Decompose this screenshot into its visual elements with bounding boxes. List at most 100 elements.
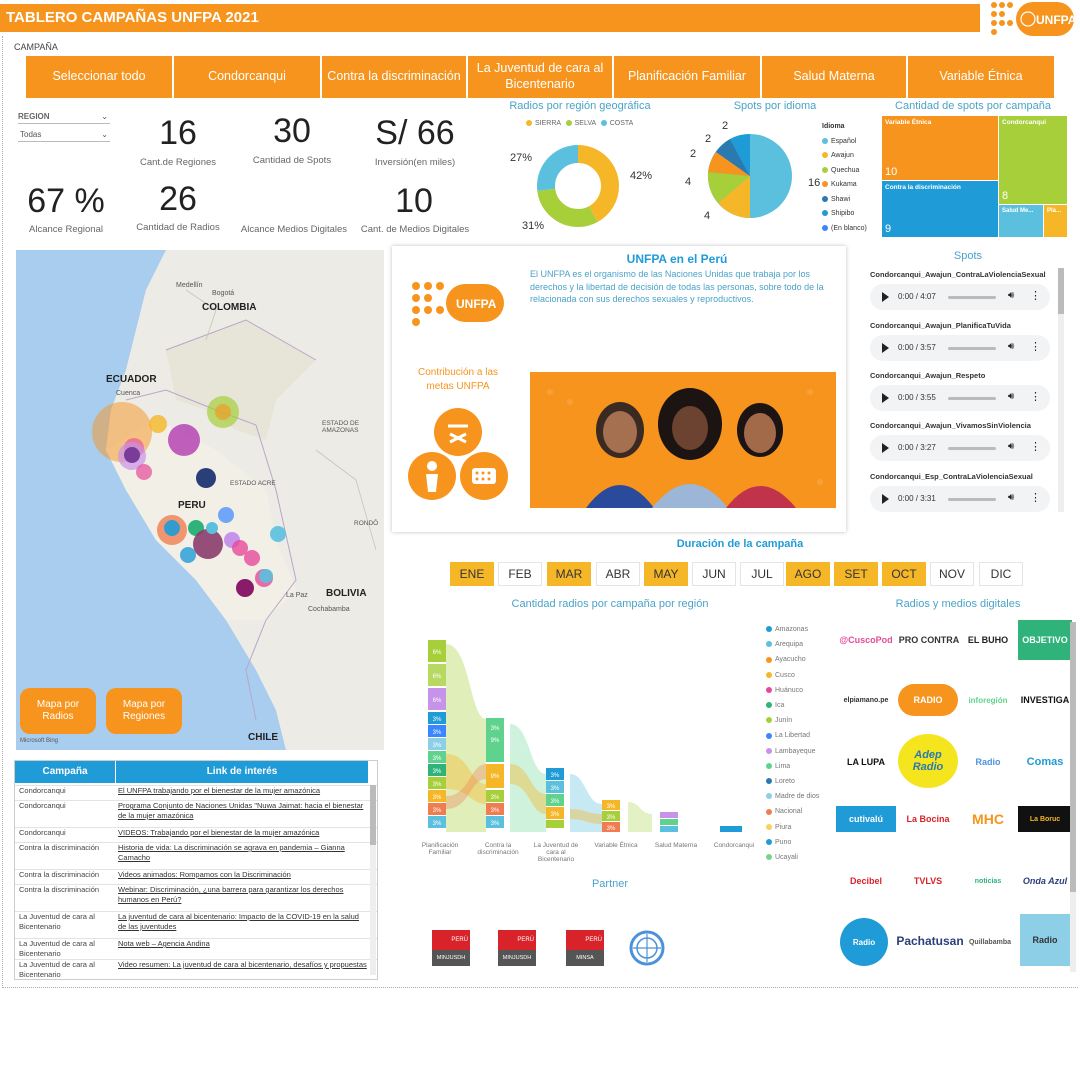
- more-options-icon[interactable]: ⋮: [1030, 390, 1041, 403]
- audio-progress[interactable]: [948, 296, 996, 299]
- links-table[interactable]: Campaña Link de interés Condorcanqui El U…: [14, 760, 378, 980]
- media-logo[interactable]: cutivalú: [836, 806, 896, 832]
- scrollbar-thumb[interactable]: [1058, 268, 1064, 314]
- media-logo[interactable]: Radio: [960, 742, 1016, 782]
- play-icon[interactable]: [882, 443, 889, 453]
- audio-progress[interactable]: [948, 347, 996, 350]
- legend-dot: [766, 839, 772, 845]
- media-logo[interactable]: La Boruc: [1018, 806, 1072, 832]
- treemap-cell-condorcanqui[interactable]: Condorcanqui 8: [999, 116, 1067, 204]
- volume-icon[interactable]: 🔊︎: [1008, 441, 1014, 452]
- scrollbar-thumb[interactable]: [1070, 622, 1076, 892]
- media-logo[interactable]: Adep Radio: [898, 734, 958, 788]
- month-oct[interactable]: OCT: [882, 562, 926, 586]
- month-feb[interactable]: FEB: [498, 562, 542, 586]
- media-logo[interactable]: La Bocina: [898, 806, 958, 832]
- treemap-cell-variable-etnica[interactable]: Variable Étnica 10: [882, 116, 998, 180]
- row-link[interactable]: VIDEOS: Trabajando por el bienestar de l…: [118, 828, 368, 838]
- month-nov[interactable]: NOV: [930, 562, 974, 586]
- row-link[interactable]: Video resumen: La juventud de cara al bi…: [118, 960, 368, 970]
- media-scrollbar[interactable]: [1070, 622, 1076, 972]
- row-link[interactable]: Videos animados: Rompamos con la Discrim…: [118, 870, 368, 880]
- treemap-cell-discriminacion[interactable]: Contra la discriminación 9: [882, 181, 998, 237]
- campaign-map[interactable]: COLOMBIA ECUADOR PERU BOLIVIA CHILE Mede…: [16, 250, 384, 750]
- media-logo[interactable]: Onda Azul: [1018, 866, 1072, 896]
- media-logo[interactable]: Decibel: [836, 866, 896, 896]
- media-logo[interactable]: LA LUPA: [836, 742, 896, 782]
- media-logo[interactable]: inforegión: [960, 680, 1016, 720]
- table-scrollbar[interactable]: [370, 785, 376, 975]
- volume-icon[interactable]: 🔊︎: [1008, 290, 1014, 301]
- audio-player[interactable]: 0:00 / 3:27 🔊︎ ⋮: [870, 435, 1050, 461]
- more-options-icon[interactable]: ⋮: [1030, 491, 1041, 504]
- media-logo[interactable]: Quillabamba: [964, 918, 1016, 966]
- row-link[interactable]: Programa Conjunto de Naciones Unidas "Nu…: [118, 801, 368, 821]
- media-logo[interactable]: noticias: [960, 866, 1016, 896]
- media-logo[interactable]: OBJETIVO: [1018, 620, 1072, 660]
- media-logo[interactable]: RADIO: [898, 684, 958, 716]
- media-logo[interactable]: Radio: [840, 918, 888, 966]
- play-icon[interactable]: [882, 292, 889, 302]
- audio-player[interactable]: 0:00 / 3:55 🔊︎ ⋮: [870, 385, 1050, 411]
- month-jun[interactable]: JUN: [692, 562, 736, 586]
- volume-icon[interactable]: 🔊︎: [1008, 492, 1014, 503]
- audio-player[interactable]: 0:00 / 4:07 🔊︎ ⋮: [870, 284, 1050, 310]
- media-logo[interactable]: @CuscoPod: [836, 620, 896, 660]
- media-logo[interactable]: MHC: [960, 800, 1016, 838]
- row-link[interactable]: Historia de vida: La discriminación se a…: [118, 843, 368, 863]
- row-link[interactable]: El UNFPA trabajando por el bienestar de …: [118, 786, 368, 796]
- more-options-icon[interactable]: ⋮: [1030, 340, 1041, 353]
- region-select[interactable]: Todas ⌄: [18, 128, 110, 142]
- row-link[interactable]: Nota web – Agencia Andina: [118, 939, 368, 949]
- month-ene[interactable]: ENE: [450, 562, 494, 586]
- volume-icon[interactable]: 🔊︎: [1008, 391, 1014, 402]
- table-row: La Juventud de cara al Bicentenario La ju…: [15, 911, 377, 937]
- media-logo[interactable]: TVLVS: [898, 866, 958, 896]
- campaign-btn-salud-materna[interactable]: Salud Materna: [762, 56, 908, 98]
- play-icon[interactable]: [882, 494, 889, 504]
- region-select-header[interactable]: ⌄: [18, 110, 110, 124]
- campaign-btn-variable-etnica[interactable]: Variable Étnica: [908, 56, 1054, 98]
- campaign-btn-discriminacion[interactable]: Contra la discriminación: [322, 56, 468, 98]
- scrollbar-thumb[interactable]: [370, 785, 376, 845]
- media-logo[interactable]: Pachatusan: [896, 914, 963, 968]
- seg-label: 3%: [551, 773, 560, 779]
- campaign-btn-condorcanqui[interactable]: Condorcanqui: [174, 56, 322, 98]
- treemap-cell-planificacion[interactable]: Pla...: [1044, 205, 1067, 237]
- month-jul[interactable]: JUL: [740, 562, 784, 586]
- spots-scrollbar[interactable]: [1058, 268, 1064, 512]
- play-icon[interactable]: [882, 393, 889, 403]
- audio-progress[interactable]: [948, 447, 996, 450]
- month-may[interactable]: MAY: [644, 562, 688, 586]
- campaign-btn-juventud[interactable]: La Juventud de cara al Bicentenario: [468, 56, 614, 98]
- map-by-regions-button[interactable]: Mapa por Regiones: [106, 688, 182, 734]
- audio-player[interactable]: 0:00 / 3:57 🔊︎ ⋮: [870, 335, 1050, 361]
- more-options-icon[interactable]: ⋮: [1030, 440, 1041, 453]
- audio-progress[interactable]: [948, 397, 996, 400]
- media-logo[interactable]: Radio: [1020, 914, 1070, 966]
- month-ago[interactable]: AGO: [786, 562, 830, 586]
- campaign-btn-planificacion[interactable]: Planificación Familiar: [614, 56, 762, 98]
- media-logo[interactable]: PRO CONTRA: [898, 620, 960, 660]
- treemap-cell-salud-materna[interactable]: Salud Me...: [999, 205, 1043, 237]
- map-by-radios-button[interactable]: Mapa por Radios: [20, 688, 96, 734]
- table-header-campana[interactable]: Campaña: [15, 761, 115, 783]
- media-logo[interactable]: Comas: [1018, 742, 1072, 782]
- play-icon[interactable]: [882, 343, 889, 353]
- media-logo[interactable]: elpiamano.pe: [836, 680, 896, 720]
- month-set[interactable]: SET: [834, 562, 878, 586]
- audio-player[interactable]: 0:00 / 3:31 🔊︎ ⋮: [870, 486, 1050, 512]
- media-logo[interactable]: EL BUHO: [960, 620, 1016, 660]
- campaign-btn-all[interactable]: Seleccionar todo: [26, 56, 174, 98]
- row-link[interactable]: Webinar: Discriminación, ¿una barrera pa…: [118, 885, 368, 905]
- month-mar[interactable]: MAR: [547, 562, 591, 586]
- month-abr[interactable]: ABR: [596, 562, 640, 586]
- media-logo[interactable]: INVESTIGA: [1018, 680, 1072, 720]
- month-dic[interactable]: DIC: [979, 562, 1023, 586]
- table-header-link[interactable]: Link de interés: [116, 761, 368, 783]
- audio-progress[interactable]: [948, 498, 996, 501]
- partner-label: MINJUSDH: [498, 950, 536, 966]
- volume-icon[interactable]: 🔊︎: [1008, 341, 1014, 352]
- more-options-icon[interactable]: ⋮: [1030, 289, 1041, 302]
- row-link[interactable]: La juventud de cara al bicentenario: Imp…: [118, 912, 368, 932]
